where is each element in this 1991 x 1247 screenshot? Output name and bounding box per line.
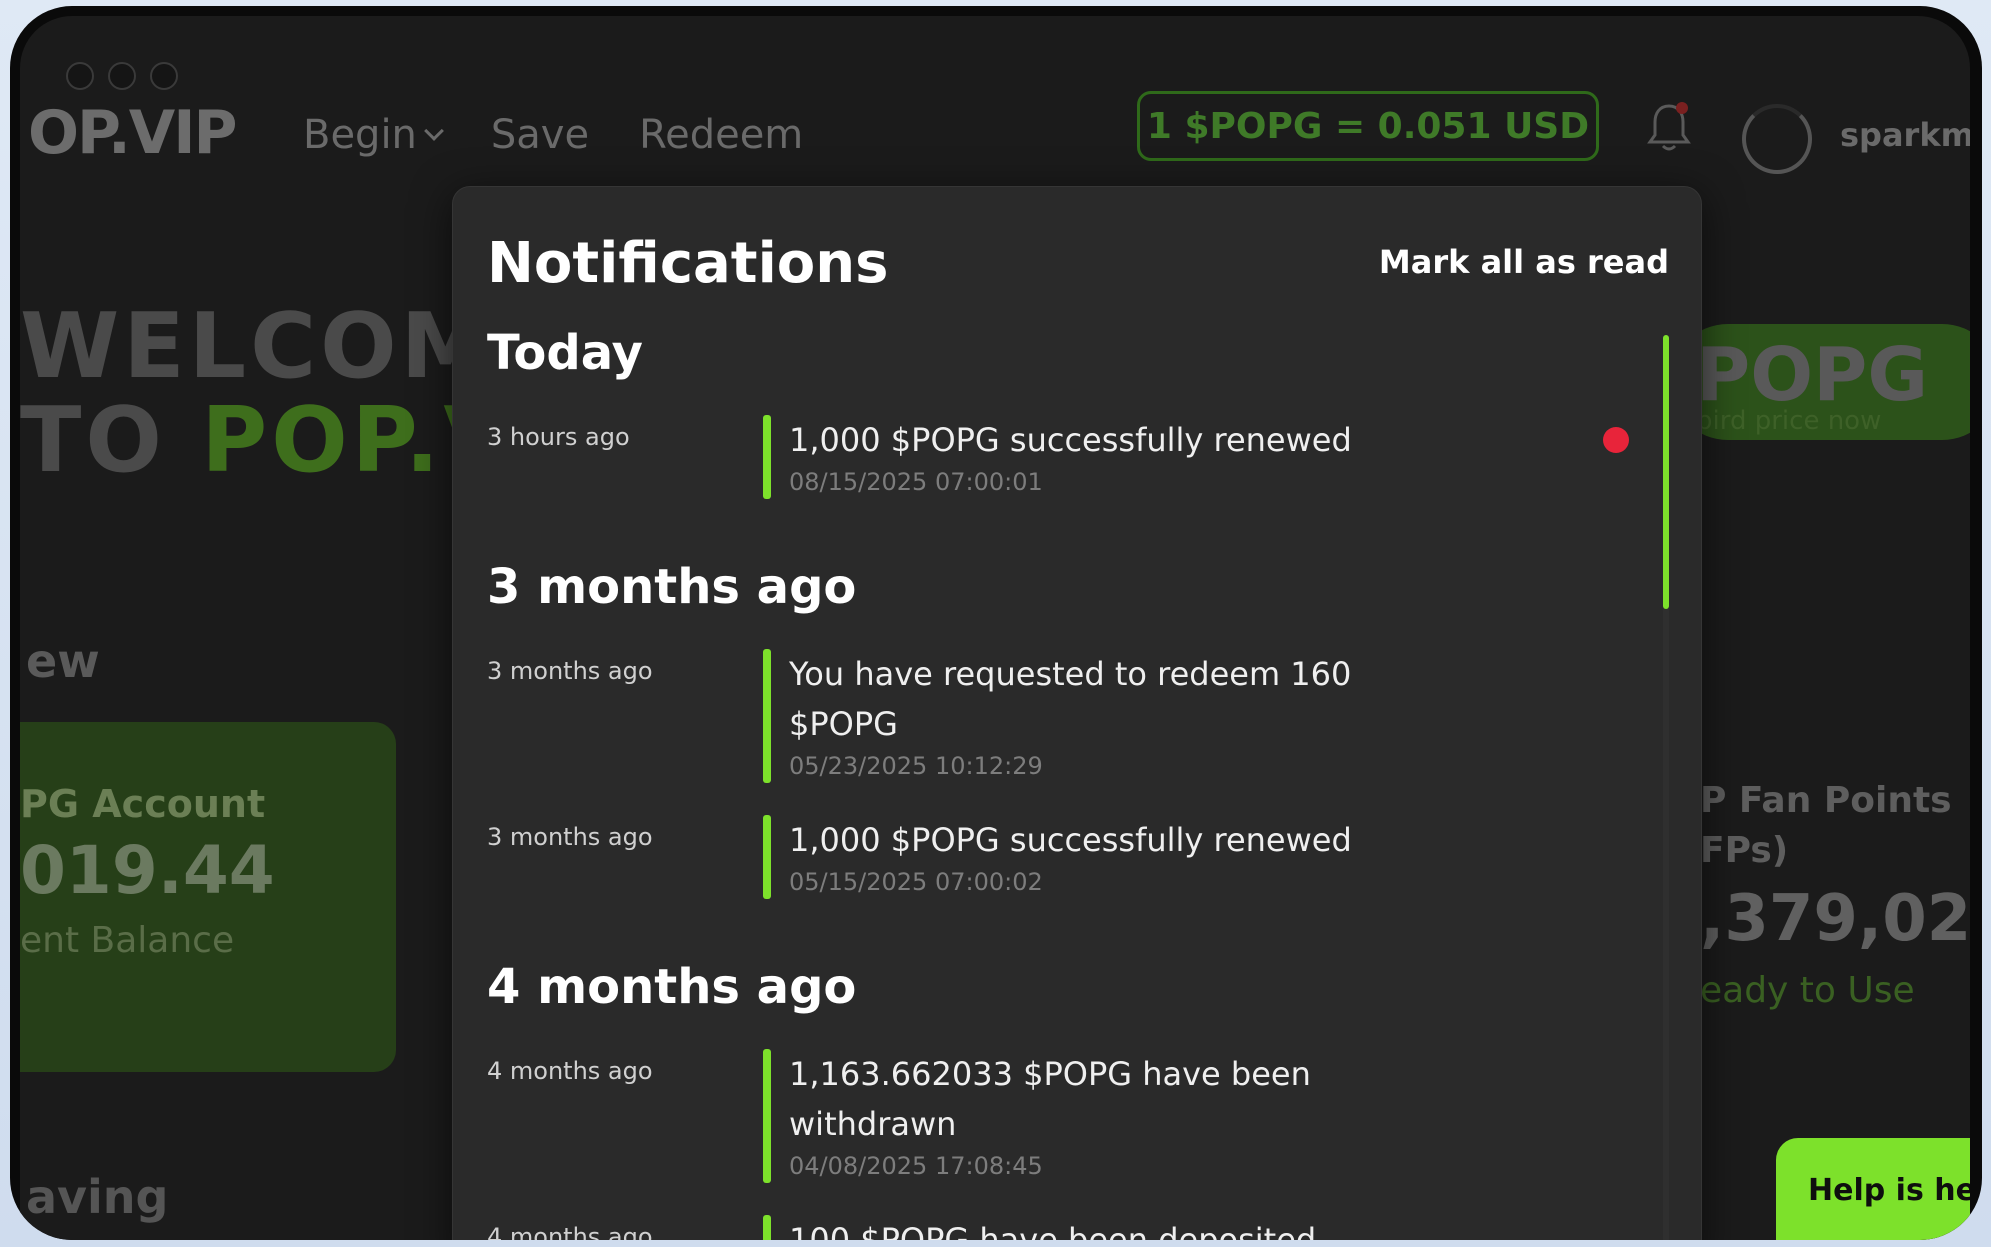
minimize-window-button[interactable] [108,62,136,90]
mark-all-read-button[interactable]: Mark all as read [1379,243,1669,281]
notification-timestamp: 05/15/2025 07:00:02 [789,868,1043,896]
account-title: PG Account [20,782,266,826]
fan-points-status: eady to Use [1700,970,1915,1011]
fan-points-title-line2: FPs) [1700,830,1789,871]
app-screen: OP.VIP Begin Save Redeem 1 $POPG = 0.051… [20,16,1970,1240]
main-nav: Begin Save Redeem [303,112,803,158]
account-balance-label: ent Balance [20,920,235,961]
username[interactable]: sparkmi [1840,116,1970,154]
avatar[interactable] [1742,104,1812,174]
scrollbar-thumb[interactable] [1663,335,1669,609]
notifications-panel: Notifications Mark all as read Today 3 h… [452,186,1702,1240]
notifications-title: Notifications [487,231,889,296]
group-heading-today: Today [487,325,643,381]
fan-points-amount: ,379,025 [1700,882,1970,956]
chevron-down-icon [424,121,444,141]
window-controls [66,62,178,90]
nav-begin-label: Begin [303,112,417,158]
notification-timestamp: 08/15/2025 07:00:01 [789,468,1043,496]
notification-message: 1,000 $POPG successfully renewed [789,821,1352,859]
notification-message: You have requested to redeem 160 $POPG [789,655,1352,743]
group-heading-3-months: 3 months ago [487,559,857,615]
nav-redeem[interactable]: Redeem [639,112,803,158]
notification-age: 3 months ago [487,657,653,685]
notification-age: 4 months ago [487,1223,653,1240]
notification-timestamp: 05/23/2025 10:12:29 [789,752,1043,780]
maximize-window-button[interactable] [150,62,178,90]
price-pill: 1 $POPG = 0.051 USD [1137,91,1599,161]
overview-heading: ew [26,634,100,688]
notification-age: 3 hours ago [487,423,630,451]
logo[interactable]: OP.VIP [28,98,237,168]
notification-age: 4 months ago [487,1057,653,1085]
notification-message: 100 $POPG have been deposited [789,1221,1317,1240]
group-heading-4-months: 4 months ago [487,959,857,1015]
device-frame: OP.VIP Begin Save Redeem 1 $POPG = 0.051… [10,6,1982,1240]
fan-points-title: P Fan Points [1700,780,1952,821]
notification-age: 3 months ago [487,823,653,851]
close-window-button[interactable] [66,62,94,90]
saving-heading: aving [26,1170,169,1224]
account-card[interactable]: PG Account 019.44 ent Balance [20,722,396,1072]
notification-accent-bar [763,649,771,783]
unread-indicator [1603,427,1629,453]
welcome-prefix: TO [20,388,202,493]
account-amount: 019.44 [20,832,275,909]
nav-begin[interactable]: Begin [303,112,444,158]
welcome-heading-line1: WELCOM [20,294,495,399]
notification-accent-bar [763,815,771,899]
popg-pill-subtitle: bird price now [1696,406,1882,436]
popg-price-button[interactable]: POPG bird price now [1670,324,1970,440]
notification-accent-bar [763,1049,771,1183]
nav-save[interactable]: Save [491,112,589,158]
notification-message: 1,163.662033 $POPG have been withdrawn [789,1055,1311,1143]
notification-accent-bar [763,415,771,499]
help-button[interactable]: Help is here! [1776,1138,1970,1240]
notification-message: 1,000 $POPG successfully renewed [789,421,1352,459]
notification-indicator [1676,102,1688,114]
notification-timestamp: 04/08/2025 17:08:45 [789,1152,1043,1180]
notification-accent-bar [763,1215,771,1240]
